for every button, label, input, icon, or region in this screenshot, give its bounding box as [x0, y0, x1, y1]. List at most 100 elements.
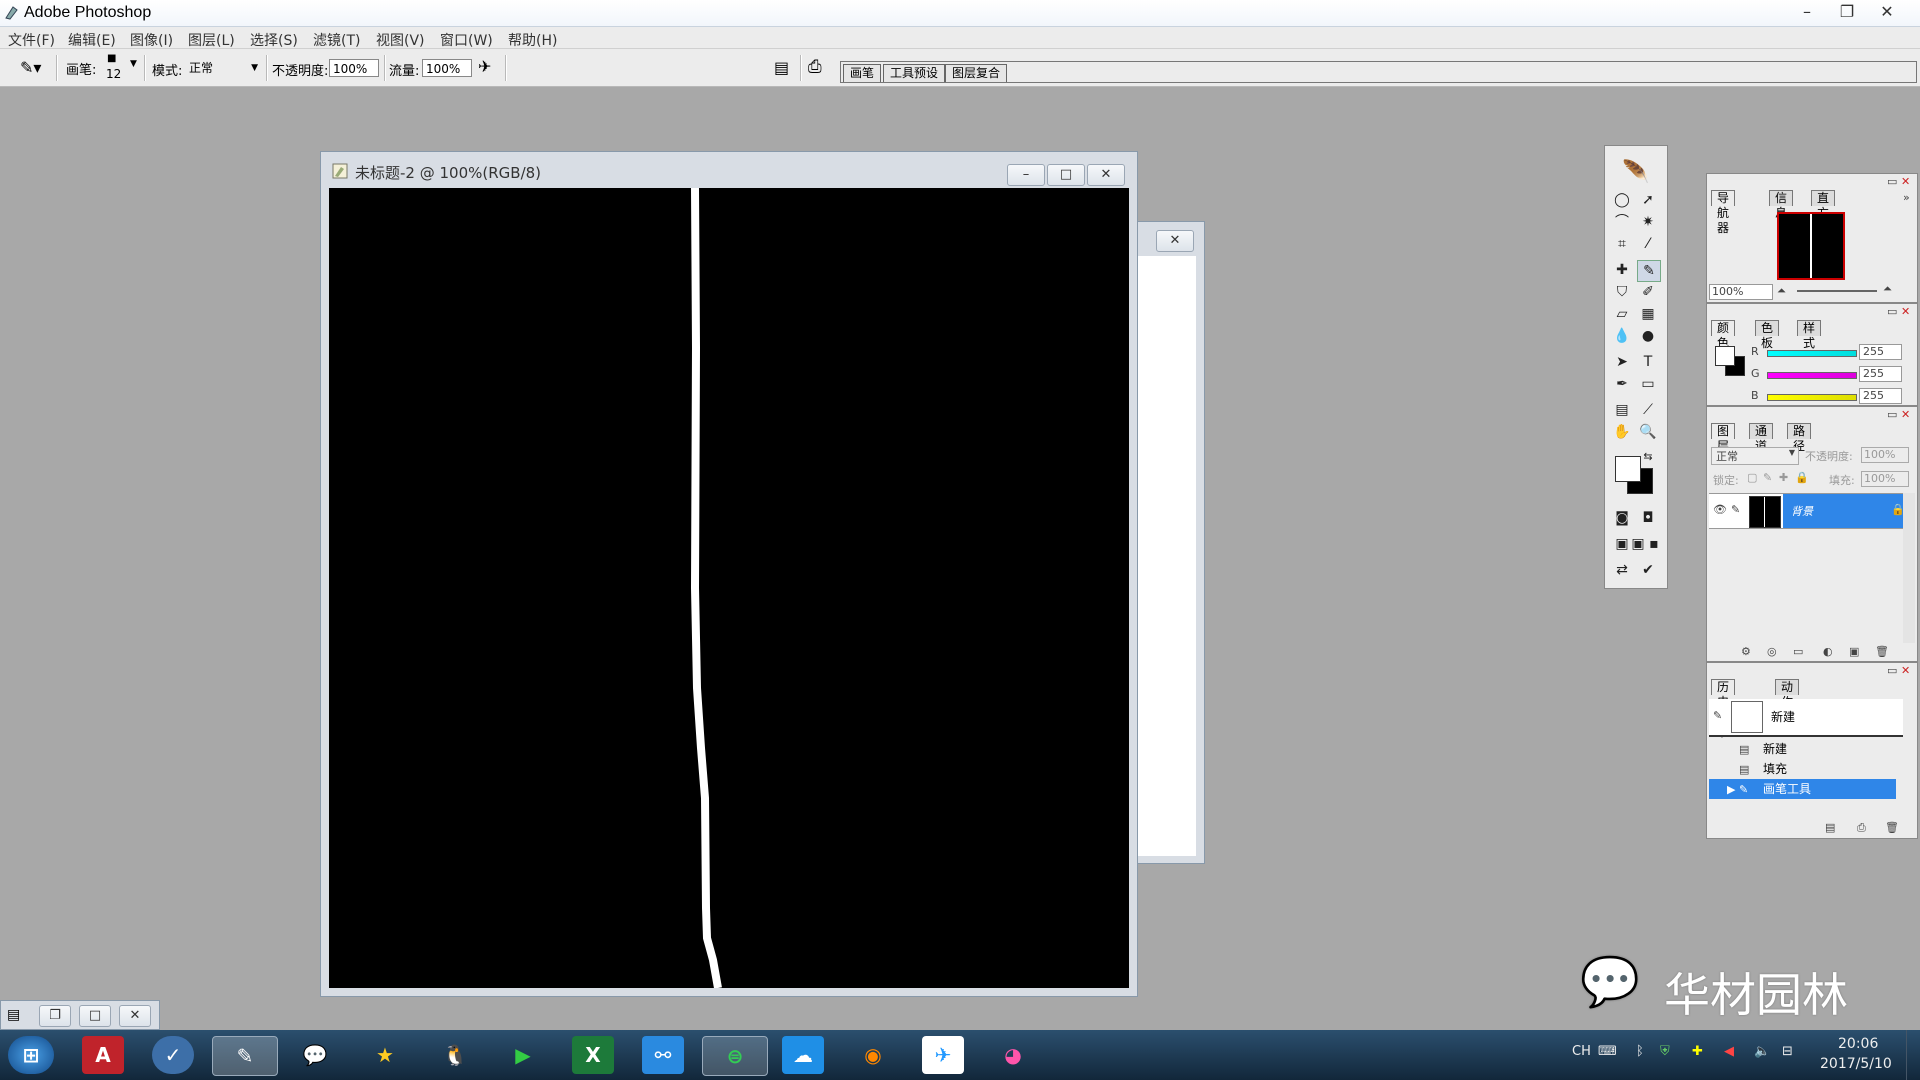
eye-visibility-icon[interactable]: 👁 — [1713, 503, 1727, 516]
tab-channels[interactable]: 通道 — [1749, 423, 1774, 453]
security-shield-icon[interactable]: ⛨ — [1660, 1044, 1670, 1059]
feishu-taskbar-icon[interactable]: ✈ — [922, 1036, 964, 1074]
palette-minimize-icon[interactable]: ▭ — [1887, 664, 1897, 677]
well-tab-layer-comps[interactable]: 图层复合 — [945, 64, 1008, 82]
b-slider[interactable] — [1767, 394, 1857, 401]
color-fg-swatch-top[interactable] — [1715, 346, 1735, 366]
menu-file[interactable]: 文件(F) — [8, 30, 55, 50]
game-taskbar-icon[interactable]: ◕ — [992, 1036, 1034, 1074]
firefox-taskbar-icon[interactable]: ◉ — [852, 1036, 894, 1074]
notes-tool-icon[interactable]: ▤ — [1611, 400, 1633, 420]
minimized-document[interactable]: ▤ ❐ □ ✕ — [0, 1000, 160, 1030]
doc-maximize-button[interactable]: □ — [1047, 164, 1085, 186]
r-slider[interactable] — [1767, 350, 1857, 357]
doc-minimize-button[interactable]: – — [1007, 164, 1045, 186]
network-icon[interactable]: ⊟ — [1782, 1044, 1793, 1059]
palette-close-icon[interactable]: ✕ — [1901, 664, 1910, 677]
clone-stamp-tool-icon[interactable]: ⛉ — [1611, 282, 1633, 302]
close-button[interactable]: ✕ — [1866, 1, 1908, 25]
r-field[interactable]: 255 — [1859, 344, 1902, 360]
quick-mask-icon[interactable]: ◘ — [1637, 508, 1659, 528]
well-tab-tool-presets[interactable]: 工具预设 — [883, 64, 946, 82]
swap-colors-icon[interactable]: ⇆ — [1641, 450, 1655, 464]
tab-paths[interactable]: 路径 — [1787, 423, 1812, 453]
adjustment-layer-icon[interactable]: ◐ — [1823, 645, 1833, 658]
zoom-in-icon[interactable]: ⏶ — [1883, 282, 1892, 296]
navigator-zoom-field[interactable]: 100% — [1709, 284, 1773, 300]
history-item-selected[interactable]: ▶ ✎ 画笔工具 — [1709, 779, 1896, 799]
delete-layer-icon[interactable]: 🗑 — [1875, 645, 1889, 658]
cloud-sync-taskbar-icon[interactable]: ☁ — [782, 1036, 824, 1074]
layers-scrollbar[interactable] — [1903, 493, 1915, 643]
palette-well-icon[interactable]: ⎙ — [808, 57, 822, 77]
excel-taskbar-icon[interactable]: X — [572, 1036, 614, 1074]
start-button-icon[interactable]: ⊞ — [8, 1036, 54, 1074]
star-app-taskbar-icon[interactable]: ★ — [364, 1036, 406, 1074]
healing-brush-tool-icon[interactable]: ✚ — [1611, 260, 1633, 280]
slice-tool-icon[interactable]: ⁄ — [1637, 234, 1659, 254]
document-title-bar[interactable]: 未标题-2 @ 100%(RGB/8) – □ ✕ — [321, 152, 1137, 186]
gradient-tool-icon[interactable]: ▦ — [1637, 304, 1659, 324]
tab-histogram[interactable]: 直方图 — [1811, 190, 1836, 235]
delete-state-icon[interactable]: 🗑 — [1885, 821, 1899, 834]
lock-image-icon[interactable]: ✎ — [1763, 471, 1772, 484]
path-selection-tool-icon[interactable]: ➤ — [1611, 352, 1633, 372]
move-tool-icon[interactable]: ➚ — [1637, 190, 1659, 210]
minimized-maximize-button[interactable]: □ — [79, 1005, 111, 1027]
mode-select[interactable]: 正常 ▼ — [186, 59, 262, 77]
g-slider[interactable] — [1767, 372, 1857, 379]
history-brush-source-icon[interactable]: ✎ — [1713, 709, 1722, 722]
bluetooth-icon[interactable]: ᛒ — [1636, 1044, 1644, 1059]
flow-field[interactable]: 100% — [422, 59, 472, 77]
marquee-tool-icon[interactable]: ◯ — [1611, 190, 1633, 210]
baidu-cloud-taskbar-icon[interactable]: ⚯ — [642, 1036, 684, 1074]
minimize-button[interactable]: – — [1786, 1, 1828, 25]
doc-close-button[interactable]: ✕ — [1087, 164, 1125, 186]
new-document-from-state-icon[interactable]: ▤ — [1825, 821, 1835, 834]
dodge-tool-icon[interactable]: ● — [1637, 326, 1659, 346]
shape-tool-icon[interactable]: ▭ — [1637, 374, 1659, 394]
jump-icon[interactable]: ✔ — [1637, 560, 1659, 580]
tab-swatches[interactable]: 色板 — [1755, 320, 1780, 350]
well-tab-brushes[interactable]: 画笔 — [843, 64, 882, 82]
player-taskbar-icon[interactable]: ▶ — [502, 1036, 544, 1074]
back-doc-close-button[interactable]: ✕ — [1156, 230, 1194, 252]
hand-tool-icon[interactable]: ✋ — [1611, 422, 1633, 442]
tab-color[interactable]: 颜色 — [1711, 320, 1736, 350]
document-window[interactable]: 未标题-2 @ 100%(RGB/8) – □ ✕ — [320, 151, 1138, 997]
link-layers-icon[interactable]: ⚙ — [1741, 645, 1751, 658]
palette-menu-icon[interactable]: » — [1903, 191, 1910, 204]
menu-edit[interactable]: 编辑(E) — [68, 30, 116, 50]
palette-minimize-icon[interactable]: ▭ — [1887, 408, 1897, 421]
menu-help[interactable]: 帮助(H) — [508, 30, 557, 50]
zoom-out-icon[interactable]: ⏶ — [1777, 284, 1786, 298]
menu-select[interactable]: 选择(S) — [250, 30, 298, 50]
show-desktop-button[interactable] — [1906, 1030, 1920, 1080]
tray-time[interactable]: 20:06 — [1838, 1036, 1878, 1052]
tab-history[interactable]: 历史记录 — [1711, 679, 1736, 739]
lasso-tool-icon[interactable]: ⌒ — [1611, 212, 1633, 232]
autocad-taskbar-icon[interactable]: A — [82, 1036, 124, 1074]
menu-image[interactable]: 图像(I) — [130, 30, 173, 50]
brush-tool-icon[interactable]: ✎ — [1637, 260, 1661, 282]
history-item[interactable]: ▤ 新建 — [1709, 739, 1896, 759]
menu-window[interactable]: 窗口(W) — [440, 30, 493, 50]
imageready-jump-icon[interactable]: ⇄ — [1611, 560, 1633, 580]
sketch-taskbar-icon[interactable]: ✓ — [152, 1036, 194, 1074]
blur-tool-icon[interactable]: 💧 — [1611, 326, 1633, 346]
zoom-tool-icon[interactable]: 🔍 — [1637, 422, 1659, 442]
tray-alert-icon[interactable]: ◀ — [1724, 1044, 1734, 1059]
tray-language[interactable]: CH — [1572, 1044, 1591, 1059]
layer-fill-field[interactable]: 100% — [1861, 471, 1909, 487]
history-snapshot[interactable]: ✎ 新建 — [1709, 699, 1903, 737]
new-snapshot-icon[interactable]: ⎙ — [1857, 821, 1866, 835]
layer-style-icon[interactable]: ◎ — [1767, 645, 1777, 658]
menu-view[interactable]: 视图(V) — [376, 30, 425, 50]
navigator-zoom-slider[interactable] — [1797, 290, 1877, 292]
tray-plus-icon[interactable]: ✚ — [1692, 1044, 1703, 1059]
volume-icon[interactable]: 🔈 — [1754, 1044, 1770, 1059]
layer-row-background[interactable]: 👁 ✎ 背景 🔒 — [1709, 493, 1905, 529]
minimized-restore-button[interactable]: ❐ — [39, 1005, 71, 1027]
photoshop-taskbar-icon[interactable]: ✎ — [212, 1036, 278, 1076]
document-window-back[interactable]: ✕ — [1136, 221, 1205, 864]
